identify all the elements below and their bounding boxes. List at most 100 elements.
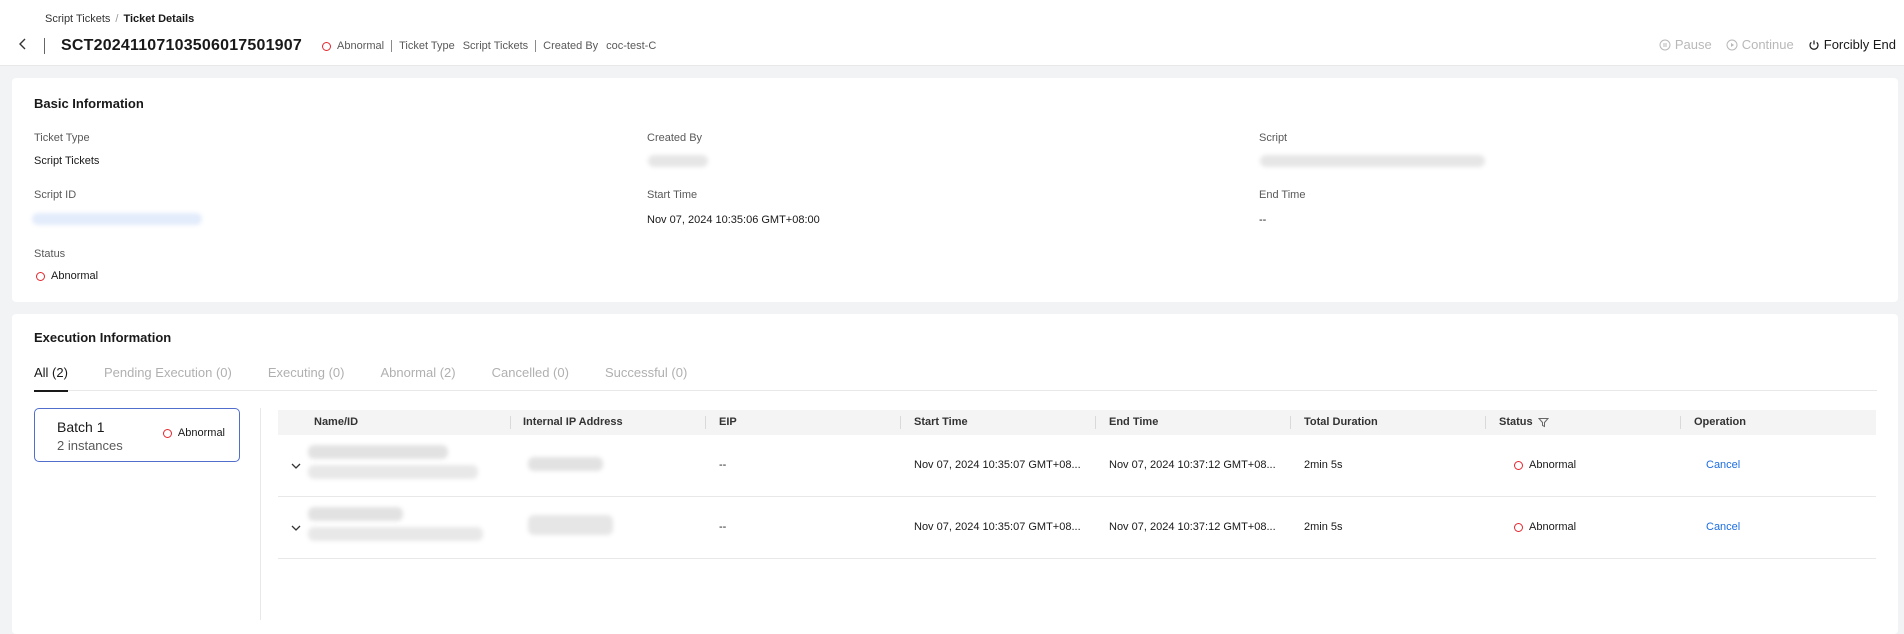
end-time-field-value: -- xyxy=(1259,214,1267,226)
execution-tabs: All (2) Pending Execution (0) Executing … xyxy=(34,365,1877,392)
ticket-meta: Abnormal Ticket Type Script Tickets Crea… xyxy=(322,40,656,52)
column-header-status-label: Status xyxy=(1499,416,1533,428)
batch-instance-count: 2 instances xyxy=(57,438,123,453)
column-header-name-id: Name/ID xyxy=(314,416,359,428)
status-field-label: Status xyxy=(34,248,66,260)
table-header: Name/ID Internal IP Address EIP Start Ti… xyxy=(278,410,1876,435)
abnormal-status-icon xyxy=(1514,522,1523,532)
created-by-field-label: Created By xyxy=(647,132,703,144)
end-time-field-label: End Time xyxy=(1259,189,1306,201)
page-header: Script Tickets / Ticket Details SCT2024110… xyxy=(0,0,1904,66)
filter-icon[interactable] xyxy=(1537,417,1549,428)
chevron-down-icon[interactable] xyxy=(290,522,302,534)
ticket-type-field-label: Ticket Type xyxy=(34,132,90,144)
column-separator xyxy=(1095,416,1096,429)
start-time-cell: Nov 07, 2024 10:35:07 GMT+08... xyxy=(914,459,1081,471)
forcibly-end-button[interactable]: Forcibly End xyxy=(1808,37,1896,52)
play-icon xyxy=(1726,39,1738,50)
column-separator xyxy=(510,416,511,429)
pause-icon xyxy=(1659,39,1671,50)
instance-name-redacted xyxy=(308,507,403,521)
batch-name: Batch 1 xyxy=(57,419,105,435)
column-header-internal-ip: Internal IP Address xyxy=(523,416,623,428)
cancel-link[interactable]: Cancel xyxy=(1706,459,1740,471)
ticket-status: Abnormal xyxy=(337,40,385,52)
script-field-label: Script xyxy=(1259,132,1288,144)
end-time-cell: Nov 07, 2024 10:37:12 GMT+08... xyxy=(1109,459,1276,471)
breadcrumb-script-tickets[interactable]: Script Tickets xyxy=(45,13,110,25)
tab-successful[interactable]: Successful (0) xyxy=(605,365,687,391)
eip-cell: -- xyxy=(719,521,727,533)
column-separator xyxy=(1680,416,1681,429)
column-separator xyxy=(705,416,706,429)
duration-cell: 2min 5s xyxy=(1304,459,1343,471)
breadcrumb-separator: / xyxy=(115,13,119,25)
status-cell-text: Abnormal xyxy=(1529,521,1577,533)
column-header-operation: Operation xyxy=(1694,416,1746,428)
script-id-field-label: Script ID xyxy=(34,189,77,201)
column-header-end-time: End Time xyxy=(1109,416,1159,428)
basic-information-card: Basic Information Ticket Type Script Tic… xyxy=(12,78,1898,302)
tab-cancelled[interactable]: Cancelled (0) xyxy=(492,365,569,391)
cancel-link[interactable]: Cancel xyxy=(1706,521,1740,533)
basic-information-title: Basic Information xyxy=(34,96,144,111)
start-time-cell: Nov 07, 2024 10:35:07 GMT+08... xyxy=(914,521,1081,533)
status-cell-text: Abnormal xyxy=(1529,459,1577,471)
breadcrumb-current: Ticket Details xyxy=(123,13,195,25)
status-cell: Abnormal xyxy=(1514,521,1576,533)
created-by-redacted-value xyxy=(648,155,708,167)
continue-button[interactable]: Continue xyxy=(1726,37,1794,52)
batch-divider xyxy=(260,408,261,620)
eip-cell: -- xyxy=(719,459,727,471)
continue-label: Continue xyxy=(1741,37,1794,52)
batch-status-text: Abnormal xyxy=(177,427,225,439)
abnormal-status-icon xyxy=(162,428,172,438)
abnormal-status-icon xyxy=(322,41,331,51)
meta-separator xyxy=(391,40,393,52)
duration-cell: 2min 5s xyxy=(1304,521,1343,533)
header-actions: Pause Continue Forcibly End xyxy=(1659,37,1896,52)
instance-id-redacted xyxy=(308,527,483,541)
execution-information-title: Execution Information xyxy=(34,330,172,345)
column-header-eip: EIP xyxy=(719,416,737,428)
script-id-redacted-link[interactable] xyxy=(32,213,202,225)
column-header-total-duration: Total Duration xyxy=(1304,416,1378,428)
breadcrumb: Script Tickets / Ticket Details xyxy=(45,13,194,25)
column-header-start-time: Start Time xyxy=(914,416,968,428)
forcibly-end-label: Forcibly End xyxy=(1823,37,1896,52)
status-field-value: Abnormal xyxy=(36,270,98,282)
column-separator xyxy=(1290,416,1291,429)
pause-button[interactable]: Pause xyxy=(1659,37,1712,52)
instance-name-redacted xyxy=(308,445,448,459)
chevron-down-icon[interactable] xyxy=(290,460,302,472)
pause-label: Pause xyxy=(1674,37,1712,52)
back-arrow-icon[interactable] xyxy=(16,37,30,51)
ticket-type-value: Script Tickets xyxy=(462,40,529,52)
ticket-type-field-value: Script Tickets xyxy=(34,155,100,167)
batch-card[interactable]: Batch 1 2 instances Abnormal xyxy=(34,408,240,462)
created-by-label: Created By xyxy=(543,40,599,52)
abnormal-status-icon xyxy=(1514,460,1523,470)
column-separator xyxy=(1485,416,1486,429)
column-header-status: Status xyxy=(1499,410,1549,435)
column-separator xyxy=(900,416,901,429)
tab-all[interactable]: All (2) xyxy=(34,365,68,392)
tab-abnormal[interactable]: Abnormal (2) xyxy=(380,365,455,391)
end-time-cell: Nov 07, 2024 10:37:12 GMT+08... xyxy=(1109,521,1276,533)
start-time-field-value: Nov 07, 2024 10:35:06 GMT+08:00 xyxy=(647,214,820,226)
instance-id-redacted xyxy=(308,465,478,479)
header-divider xyxy=(44,38,45,54)
power-icon xyxy=(1809,40,1819,50)
execution-information-card: Execution Information All (2) Pending Ex… xyxy=(12,314,1898,634)
instances-table: Name/ID Internal IP Address EIP Start Ti… xyxy=(278,410,1876,559)
abnormal-status-icon xyxy=(36,271,45,281)
tab-pending-execution[interactable]: Pending Execution (0) xyxy=(104,365,232,391)
tab-executing[interactable]: Executing (0) xyxy=(268,365,345,391)
ticket-id-title: SCT20241107103506017501907 xyxy=(61,37,302,54)
created-by-value: coc-test-C xyxy=(606,40,657,52)
script-redacted-value xyxy=(1260,155,1485,167)
start-time-field-label: Start Time xyxy=(647,189,698,201)
internal-ip-redacted xyxy=(528,457,603,471)
table-row: -- Nov 07, 2024 10:35:07 GMT+08... Nov 0… xyxy=(278,435,1876,497)
ticket-type-label: Ticket Type xyxy=(399,40,455,52)
